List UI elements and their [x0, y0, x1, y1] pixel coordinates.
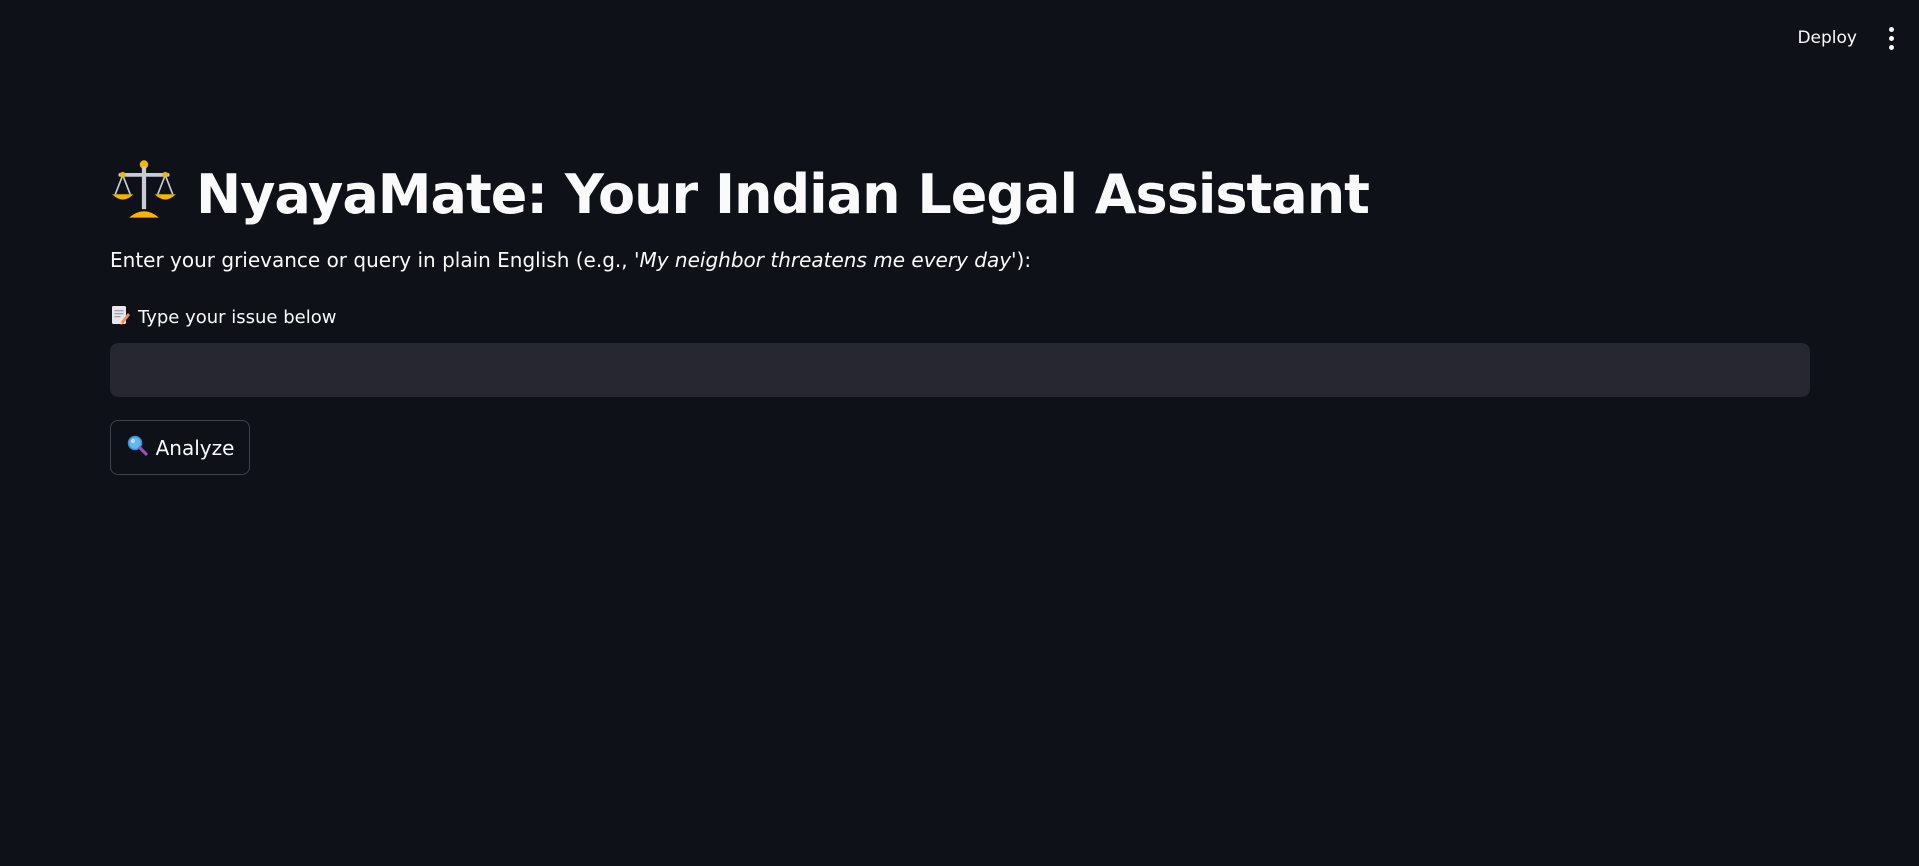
intro-prefix: Enter your grievance or query in plain E… — [110, 248, 634, 272]
title-text: NyayaMate: Your Indian Legal Assistant — [196, 162, 1370, 226]
more-vertical-icon[interactable] — [1883, 20, 1899, 56]
issue-input-label-text: Type your issue below — [138, 307, 337, 328]
analyze-button[interactable]: Analyze — [110, 420, 250, 475]
page-title: NyayaMate: Your Indian Legal Assistant — [110, 150, 1810, 238]
app-container: Deploy NyayaMate: Your Indian Legal Assi… — [0, 0, 1919, 866]
main-content: NyayaMate: Your Indian Legal Assistant E… — [110, 150, 1810, 475]
intro-suffix: ): — [1016, 248, 1032, 272]
magnifying-glass-icon — [126, 434, 148, 461]
issue-input[interactable] — [110, 343, 1810, 397]
intro-text: Enter your grievance or query in plain E… — [110, 248, 1810, 272]
intro-example: 'My neighbor threatens me every day' — [633, 248, 1017, 272]
top-toolbar: Deploy — [1793, 20, 1899, 56]
deploy-button[interactable]: Deploy — [1793, 22, 1861, 54]
memo-icon — [110, 304, 130, 331]
balance-scale-icon — [110, 156, 178, 232]
issue-input-label: Type your issue below — [110, 304, 1810, 331]
analyze-button-label: Analyze — [155, 435, 235, 460]
